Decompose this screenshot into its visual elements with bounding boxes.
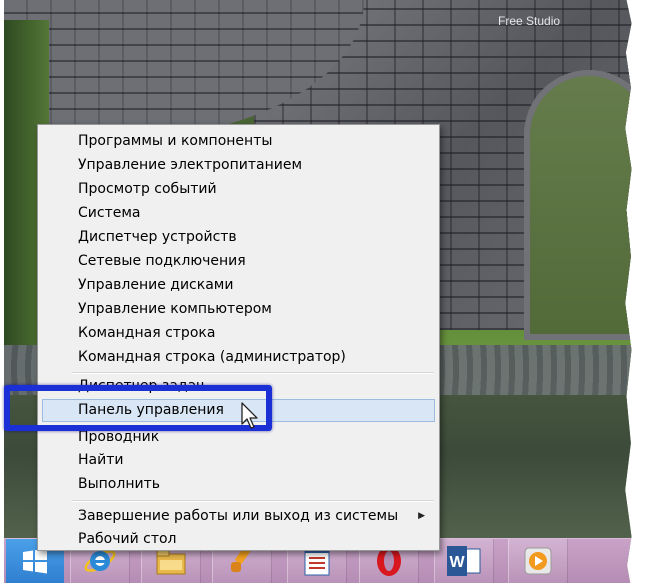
menu-item-programs-and-features[interactable]: Программы и компоненты <box>42 130 435 153</box>
menu-item-command-prompt-admin[interactable]: Командная строка (администратор) <box>42 346 435 369</box>
menu-item-system[interactable]: Система <box>42 202 435 225</box>
start-context-menu: Программы и компоненты Управление электр… <box>37 124 440 551</box>
menu-item-desktop[interactable]: Рабочий стол <box>42 528 435 551</box>
menu-item-network-connections[interactable]: Сетевые подключения <box>42 250 435 273</box>
svg-text:W: W <box>449 554 465 571</box>
menu-item-device-manager[interactable]: Диспетчер устройств <box>42 226 435 249</box>
menu-separator <box>72 500 434 502</box>
mouse-cursor-icon <box>241 402 258 429</box>
highlight-annotation-box <box>4 385 272 431</box>
menu-item-computer-management[interactable]: Управление компьютером <box>42 298 435 321</box>
media-player-icon <box>524 547 552 575</box>
menu-separator <box>72 372 434 374</box>
word-icon: W <box>447 546 481 576</box>
wallpaper-label: Free Studio <box>498 14 561 28</box>
menu-item-disk-management[interactable]: Управление дисками <box>42 274 435 297</box>
menu-item-shutdown-label: Завершение работы или выход из системы <box>78 508 399 524</box>
menu-item-command-prompt[interactable]: Командная строка <box>42 322 435 345</box>
taskbar-media-player-button[interactable] <box>508 539 568 583</box>
submenu-arrow-icon: ▶ <box>418 511 425 521</box>
menu-item-search[interactable]: Найти <box>42 449 435 472</box>
menu-item-shutdown-or-sign-out[interactable]: Завершение работы или выход из системы ▶ <box>42 505 435 528</box>
wallpaper-bridge-arch <box>524 70 632 340</box>
menu-item-run[interactable]: Выполнить <box>42 473 435 496</box>
windows-start-icon <box>23 548 47 574</box>
taskbar-word-button[interactable]: W <box>434 539 494 583</box>
menu-item-event-viewer[interactable]: Просмотр событий <box>42 178 435 201</box>
menu-item-power-options[interactable]: Управление электропитанием <box>42 154 435 177</box>
